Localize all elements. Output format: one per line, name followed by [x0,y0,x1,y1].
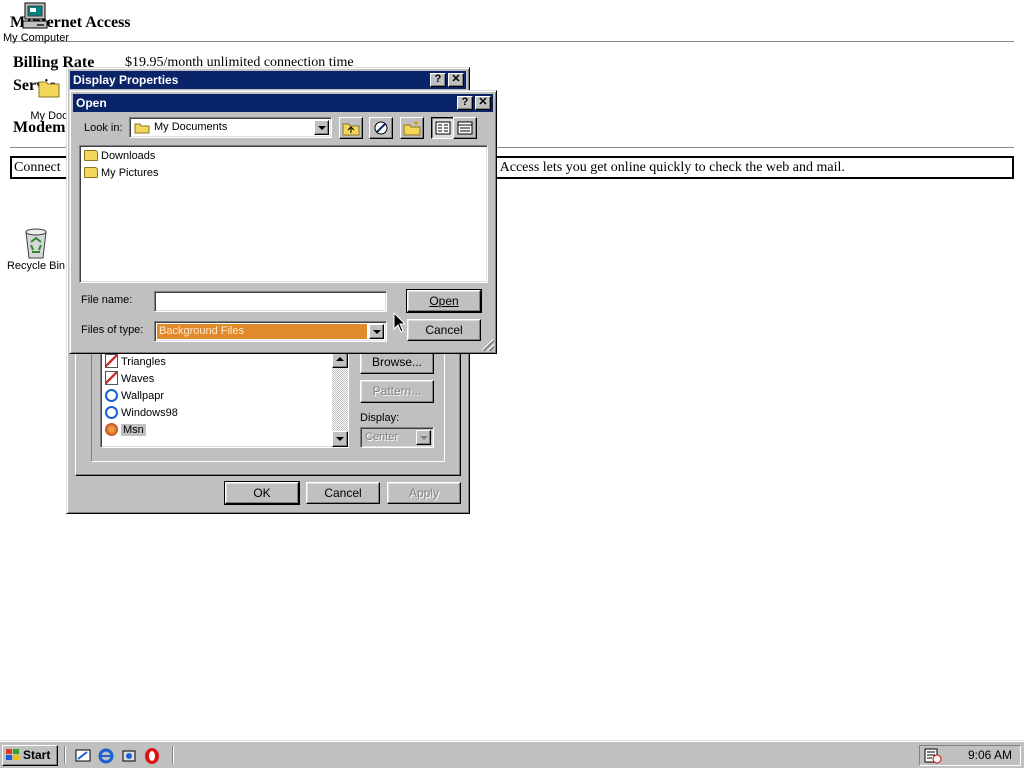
dialog-title: Open [76,96,107,110]
close-button[interactable]: ✕ [448,73,464,87]
horizontal-rule [10,41,1014,43]
taskbar: Start 9:06 AM [0,740,1024,768]
channels-icon[interactable] [120,747,138,764]
chevron-down-icon[interactable] [314,120,329,135]
desktop-icon [374,121,388,135]
my-computer-icon [22,2,48,29]
scroll-track[interactable] [332,368,348,431]
desktop-icon-recycle-bin[interactable]: Recycle Bin [4,226,68,272]
pattern-button[interactable]: Pattern... [360,380,434,403]
html-icon [105,405,118,419]
msn-icon [105,422,118,436]
cancel-button[interactable]: Cancel [407,319,481,341]
my-documents-icon [134,123,150,134]
list-item[interactable]: Wallpapr [105,388,164,405]
look-in-combo[interactable]: My Documents [129,117,332,138]
windows-logo-icon [6,749,20,761]
chevron-down-icon[interactable] [369,324,384,339]
bitmap-icon [105,354,118,369]
list-item[interactable]: Triangles [105,354,166,371]
details-view-icon [457,121,473,135]
window-title: Display Properties [73,73,179,87]
toolbar [339,117,479,139]
taskbar-separator [64,746,66,764]
up-folder-icon [342,123,360,136]
clock[interactable]: 9:06 AM [968,746,1012,765]
connect-text: Connect [14,160,61,175]
wallpaper-scrollbar[interactable] [332,352,348,447]
ok-button[interactable]: OK [224,481,300,505]
list-item[interactable]: Waves [105,371,154,388]
my-documents-icon [38,81,60,98]
open-dialog-titlebar[interactable]: Open ? ✕ [73,94,493,112]
mouse-cursor-icon [393,312,407,333]
taskbar-separator [172,746,174,764]
open-button[interactable]: Open [406,289,482,313]
display-properties-titlebar[interactable]: Display Properties ? ✕ [70,71,466,89]
recycle-bin-icon [25,228,47,259]
opera-icon[interactable] [143,747,161,764]
details-view-button[interactable] [453,117,477,139]
wallpaper-list[interactable]: Triangles Waves Wallpapr Windows98 Msn [100,351,349,448]
start-button[interactable]: Start [2,745,58,766]
display-combo[interactable]: Center [360,427,434,448]
desktop-icon-label: My Computer [2,32,70,44]
connect-description: t Access lets you get online quickly to … [493,160,845,175]
html-icon [105,388,118,402]
file-list[interactable]: Downloads My Pictures [79,145,488,283]
folder-icon [84,166,98,178]
file-name-input[interactable] [154,291,387,312]
show-desktop-icon[interactable] [74,747,92,764]
system-tray: 9:06 AM [919,745,1021,766]
apply-button[interactable]: Apply [387,482,461,504]
scroll-down-button[interactable] [332,431,348,447]
display-label: Display: [360,412,400,424]
up-one-level-button[interactable] [339,117,363,139]
scheduler-icon[interactable] [924,748,942,764]
files-of-type-combo[interactable]: Background Files [154,321,387,342]
close-button[interactable]: ✕ [475,96,491,110]
list-item[interactable]: Windows98 [105,405,178,422]
internet-explorer-icon[interactable] [97,747,115,764]
list-item[interactable]: My Pictures [84,165,158,181]
list-view-button[interactable] [431,117,455,139]
browse-button[interactable]: Browse... [360,351,434,374]
help-button[interactable]: ? [457,96,473,110]
files-of-type-label: Files of type: [81,324,144,336]
chevron-down-icon[interactable] [416,430,431,445]
cancel-button[interactable]: Cancel [306,482,380,504]
look-in-label: Look in: [84,122,123,134]
list-item[interactable]: Downloads [84,148,155,164]
file-name-label: File name: [81,294,133,306]
folder-icon [84,149,98,161]
help-button[interactable]: ? [430,73,446,87]
desktop-button[interactable] [369,117,393,139]
scroll-up-button[interactable] [332,352,348,368]
bitmap-icon [105,371,118,386]
open-dialog: Open ? ✕ Look in: My Documents Downloads… [69,90,497,354]
desktop-icon-my-computer[interactable]: My Computer [2,2,70,44]
new-folder-button[interactable] [400,117,424,139]
desktop-icon-label: Recycle Bin [6,260,66,272]
list-view-icon [435,121,451,135]
new-folder-icon [403,121,421,136]
list-item-selected[interactable]: Msn [105,422,146,439]
resize-grip[interactable] [482,339,494,351]
